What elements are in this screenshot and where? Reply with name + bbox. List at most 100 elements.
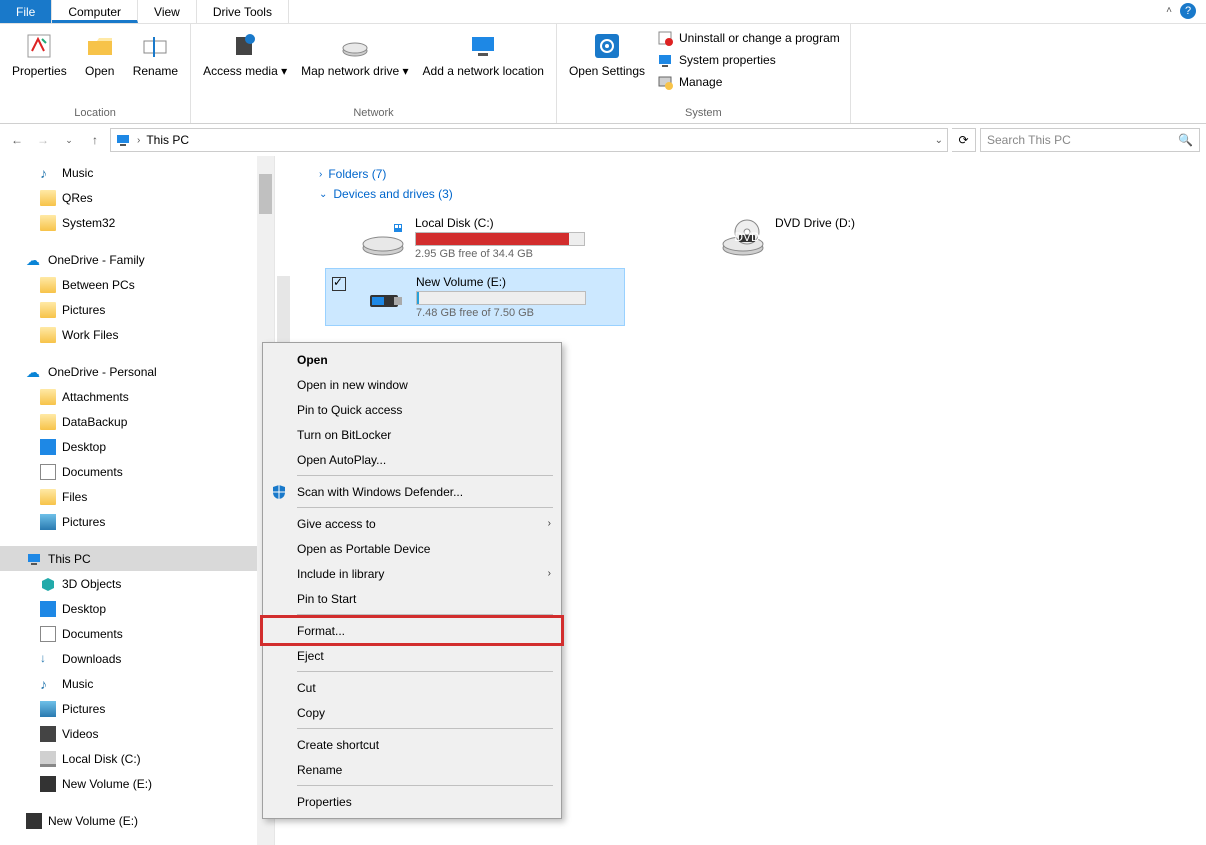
nav-new-volume-e-2[interactable]: New Volume (E:) bbox=[0, 808, 274, 833]
map-network-drive-button[interactable]: Map network drive ▾ bbox=[295, 28, 414, 80]
navigation-pane[interactable]: Music QRes System32 OneDrive - Family Be… bbox=[0, 156, 275, 845]
nav-music[interactable]: Music bbox=[0, 160, 274, 185]
nav-work-files[interactable]: Work Files bbox=[0, 322, 274, 347]
drive-e-checkbox[interactable] bbox=[332, 277, 346, 291]
help-icon[interactable]: ? bbox=[1180, 3, 1196, 19]
cm-open-new-window[interactable]: Open in new window bbox=[263, 372, 561, 397]
drive-context-menu: Open Open in new window Pin to Quick acc… bbox=[262, 342, 562, 819]
nav-pictures[interactable]: Pictures bbox=[0, 696, 274, 721]
nav-files[interactable]: Files bbox=[0, 484, 274, 509]
manage-label: Manage bbox=[679, 75, 722, 89]
drive-c-name: Local Disk (C:) bbox=[415, 216, 649, 230]
cm-separator bbox=[297, 507, 553, 508]
recent-locations-button[interactable]: ⌄ bbox=[58, 129, 80, 151]
nav-new-volume-e[interactable]: New Volume (E:) bbox=[0, 771, 274, 796]
nav-this-pc[interactable]: This PC bbox=[0, 546, 274, 571]
nav-databackup[interactable]: DataBackup bbox=[0, 409, 274, 434]
chevron-right-icon: › bbox=[548, 518, 551, 529]
cm-pin-quick-access[interactable]: Pin to Quick access bbox=[263, 397, 561, 422]
cm-properties[interactable]: Properties bbox=[263, 789, 561, 814]
cm-include-library[interactable]: Include in library› bbox=[263, 561, 561, 586]
cm-defender-scan[interactable]: Scan with Windows Defender... bbox=[263, 479, 561, 504]
nav-documents-od[interactable]: Documents bbox=[0, 459, 274, 484]
drive-tools-tab[interactable]: Drive Tools bbox=[197, 0, 289, 23]
nav-pictures-od2[interactable]: Pictures bbox=[0, 509, 274, 534]
nav-qres[interactable]: QRes bbox=[0, 185, 274, 210]
ribbon-tab-strip: File Computer View Drive Tools ˄ ? bbox=[0, 0, 1206, 24]
access-media-button[interactable]: Access media ▾ bbox=[197, 28, 293, 80]
computer-tab[interactable]: Computer bbox=[52, 0, 138, 23]
cm-separator bbox=[297, 614, 553, 615]
forward-button[interactable]: → bbox=[32, 129, 54, 151]
3d-objects-icon bbox=[40, 576, 56, 592]
videos-icon bbox=[40, 726, 56, 742]
address-bar[interactable]: › This PC ⌄ bbox=[110, 128, 948, 152]
drive-dvd-d[interactable]: DVD DVD Drive (D:) bbox=[715, 210, 1015, 266]
breadcrumb-this-pc[interactable]: This PC bbox=[146, 133, 189, 147]
nav-between-pcs[interactable]: Between PCs bbox=[0, 272, 274, 297]
collapse-ribbon-icon[interactable]: ˄ bbox=[1166, 5, 1172, 16]
cm-bitlocker[interactable]: Turn on BitLocker bbox=[263, 422, 561, 447]
nav-local-disk-c[interactable]: Local Disk (C:) bbox=[0, 746, 274, 771]
nav-downloads[interactable]: Downloads bbox=[0, 646, 274, 671]
drive-new-volume-e[interactable]: New Volume (E:) 7.48 GB free of 7.50 GB bbox=[325, 268, 625, 326]
nav-music-2[interactable]: Music bbox=[0, 671, 274, 696]
nav-system32[interactable]: System32 bbox=[0, 210, 274, 235]
nav-onedrive-family[interactable]: OneDrive - Family bbox=[0, 247, 274, 272]
network-group-label: Network bbox=[353, 105, 393, 121]
nav-videos[interactable]: Videos bbox=[0, 721, 274, 746]
drive-row-2: New Volume (E:) 7.48 GB free of 7.50 GB bbox=[295, 268, 1206, 326]
cm-open[interactable]: Open bbox=[263, 347, 561, 372]
cm-give-access[interactable]: Give access to› bbox=[263, 511, 561, 536]
refresh-button[interactable]: ⟳ bbox=[952, 128, 976, 152]
back-button[interactable]: ← bbox=[6, 129, 28, 151]
properties-button[interactable]: Properties bbox=[6, 28, 73, 80]
cm-pin-start[interactable]: Pin to Start bbox=[263, 586, 561, 611]
cm-eject[interactable]: Eject bbox=[263, 643, 561, 668]
file-tab-label: File bbox=[16, 5, 35, 19]
address-dropdown-icon[interactable]: ⌄ bbox=[935, 135, 943, 146]
open-settings-button[interactable]: Open Settings bbox=[563, 28, 651, 80]
nav-desktop[interactable]: Desktop bbox=[0, 596, 274, 621]
devices-group-header[interactable]: ⌄ Devices and drives (3) bbox=[295, 184, 1206, 204]
system-properties-button[interactable]: System properties bbox=[653, 50, 844, 70]
add-location-label: Add a network location bbox=[423, 64, 544, 78]
nav-onedrive-personal[interactable]: OneDrive - Personal bbox=[0, 359, 274, 384]
this-pc-icon bbox=[26, 551, 42, 567]
open-button[interactable]: Open bbox=[75, 28, 125, 80]
nav-attachments[interactable]: Attachments bbox=[0, 384, 274, 409]
uninstall-program-button[interactable]: Uninstall or change a program bbox=[653, 28, 844, 48]
drive-local-disk-c[interactable]: Local Disk (C:) 2.95 GB free of 34.4 GB bbox=[355, 210, 655, 266]
nav-3d-objects[interactable]: 3D Objects bbox=[0, 571, 274, 596]
cm-create-shortcut[interactable]: Create shortcut bbox=[263, 732, 561, 757]
cm-copy[interactable]: Copy bbox=[263, 700, 561, 725]
search-input[interactable]: Search This PC 🔍 bbox=[980, 128, 1200, 152]
document-icon bbox=[40, 626, 56, 642]
desktop-icon bbox=[40, 601, 56, 617]
cm-portable-device[interactable]: Open as Portable Device bbox=[263, 536, 561, 561]
drive-c-usage-bar bbox=[415, 232, 585, 246]
view-tab[interactable]: View bbox=[138, 0, 197, 23]
devices-header-label: Devices and drives (3) bbox=[333, 187, 452, 201]
open-folder-icon bbox=[84, 30, 116, 62]
access-media-label: Access media ▾ bbox=[203, 64, 287, 78]
folders-group-header[interactable]: › Folders (7) bbox=[295, 164, 1206, 184]
add-network-location-button[interactable]: Add a network location bbox=[417, 28, 550, 80]
up-button[interactable]: ↑ bbox=[84, 129, 106, 151]
nav-documents[interactable]: Documents bbox=[0, 621, 274, 646]
nav-desktop-od[interactable]: Desktop bbox=[0, 434, 274, 459]
cm-autoplay[interactable]: Open AutoPlay... bbox=[263, 447, 561, 472]
cm-separator bbox=[297, 671, 553, 672]
file-tab[interactable]: File bbox=[0, 0, 52, 23]
cm-cut[interactable]: Cut bbox=[263, 675, 561, 700]
cm-rename[interactable]: Rename bbox=[263, 757, 561, 782]
uninstall-label: Uninstall or change a program bbox=[679, 31, 840, 45]
manage-button[interactable]: Manage bbox=[653, 72, 844, 92]
system-group-label: System bbox=[685, 105, 722, 121]
cm-format[interactable]: Format... bbox=[263, 618, 561, 643]
open-label: Open bbox=[85, 64, 114, 78]
manage-icon bbox=[657, 74, 673, 90]
rename-button[interactable]: Rename bbox=[127, 28, 184, 80]
uninstall-icon bbox=[657, 30, 673, 46]
nav-pictures-od[interactable]: Pictures bbox=[0, 297, 274, 322]
